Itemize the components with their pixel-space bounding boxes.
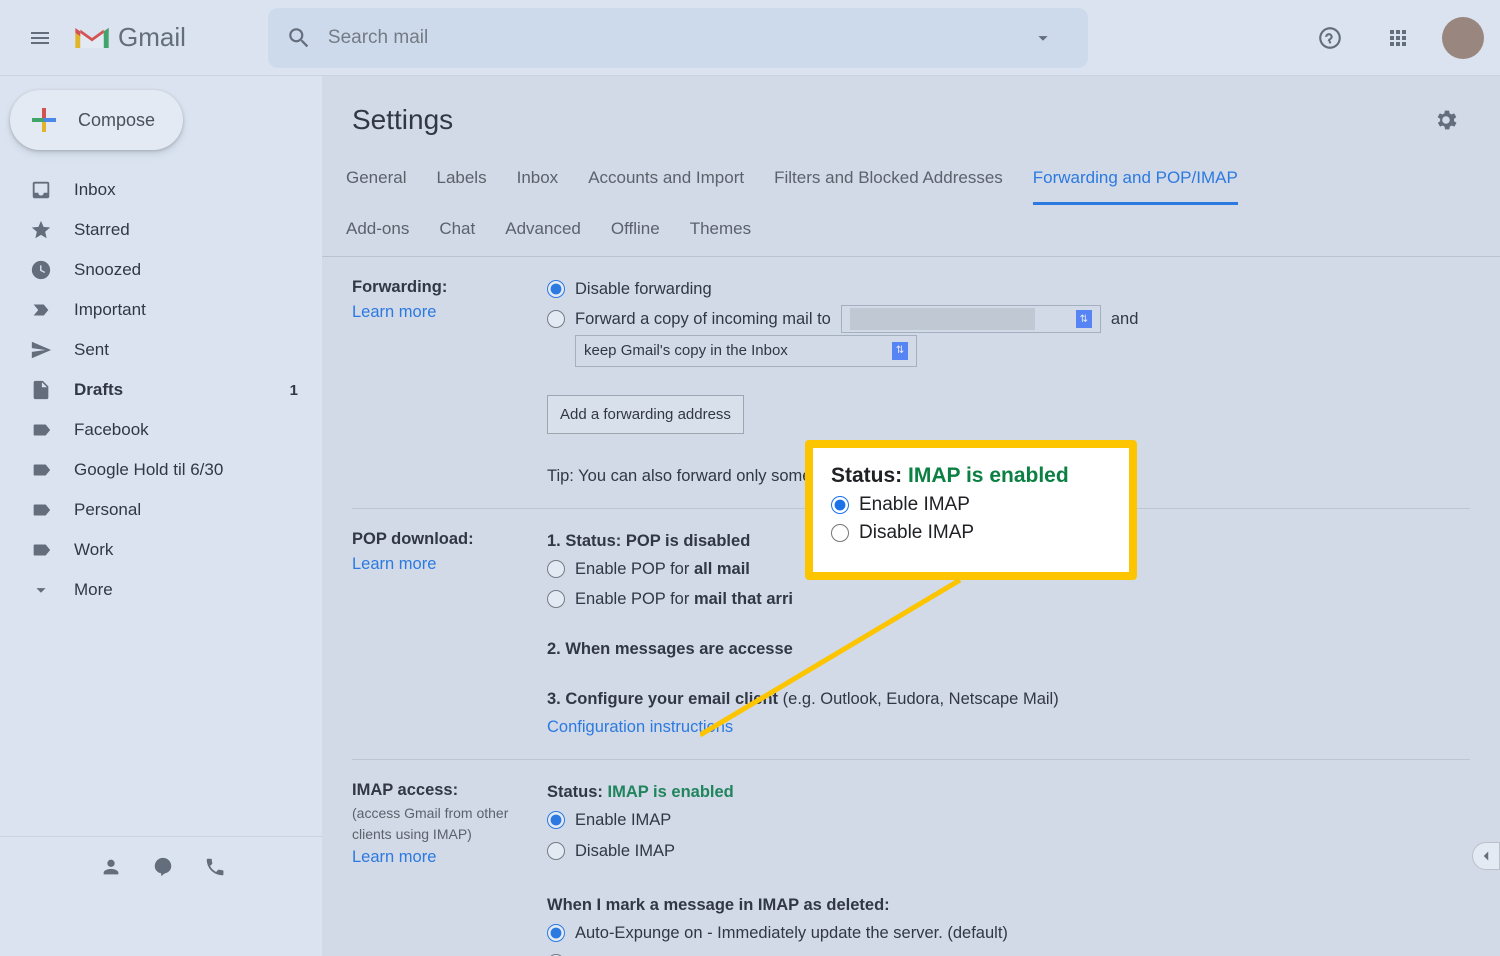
important-icon <box>30 299 52 321</box>
search-options-icon[interactable] <box>1032 27 1054 49</box>
imap-label: IMAP access: <box>352 778 547 803</box>
section-imap: IMAP access: (access Gmail from other cl… <box>352 760 1470 956</box>
disable-forwarding-radio[interactable] <box>547 280 565 298</box>
tab-offline[interactable]: Offline <box>611 205 660 256</box>
config-instructions-link[interactable]: Configuration instructions <box>547 718 733 736</box>
forwarding-learn-more[interactable]: Learn more <box>352 303 436 321</box>
forward-email-select[interactable]: ⇅ <box>841 305 1101 333</box>
nav-important[interactable]: Important <box>0 290 322 330</box>
compose-label: Compose <box>78 110 155 131</box>
side-panel-toggle[interactable] <box>1472 842 1500 870</box>
gear-icon <box>1433 107 1459 133</box>
phone-icon[interactable] <box>204 856 226 878</box>
label-icon <box>30 419 52 441</box>
settings-gear-button[interactable] <box>1422 96 1470 144</box>
nav-snoozed[interactable]: Snoozed <box>0 250 322 290</box>
plus-icon <box>26 102 62 138</box>
disable-imap-radio[interactable] <box>547 842 565 860</box>
keep-copy-select[interactable]: keep Gmail's copy in the Inbox ⇅ <box>575 335 917 367</box>
chevron-down-icon <box>30 579 52 601</box>
apps-button[interactable] <box>1374 14 1422 62</box>
nav-label-personal[interactable]: Personal <box>0 490 322 530</box>
nav-drafts[interactable]: Drafts 1 <box>0 370 322 410</box>
enable-imap-radio[interactable] <box>547 811 565 829</box>
forward-copy-radio[interactable] <box>547 310 565 328</box>
tab-general[interactable]: General <box>346 154 406 205</box>
pop-enable-arrive-radio[interactable] <box>547 590 565 608</box>
help-button[interactable] <box>1306 14 1354 62</box>
tab-themes[interactable]: Themes <box>690 205 751 256</box>
add-forwarding-address-button[interactable]: Add a forwarding address <box>547 395 744 435</box>
tab-addons[interactable]: Add-ons <box>346 205 409 256</box>
tab-filters[interactable]: Filters and Blocked Addresses <box>774 154 1003 205</box>
tab-inbox[interactable]: Inbox <box>517 154 559 205</box>
person-icon[interactable] <box>100 856 122 878</box>
auto-expunge-on-radio[interactable] <box>547 924 565 942</box>
menu-button[interactable] <box>16 14 64 62</box>
label-icon <box>30 499 52 521</box>
callout-box: Status: IMAP is enabled Enable IMAP Disa… <box>805 440 1137 580</box>
label-icon <box>30 539 52 561</box>
imap-learn-more[interactable]: Learn more <box>352 848 436 866</box>
sent-icon <box>30 339 52 361</box>
compose-button[interactable]: Compose <box>10 90 183 150</box>
draft-icon <box>30 379 52 401</box>
nav-starred[interactable]: Starred <box>0 210 322 250</box>
nav-sent[interactable]: Sent <box>0 330 322 370</box>
nav-inbox[interactable]: Inbox <box>0 170 322 210</box>
pop-learn-more[interactable]: Learn more <box>352 555 436 573</box>
gmail-text: Gmail <box>118 22 186 53</box>
nav-label-google-hold[interactable]: Google Hold til 6/30 <box>0 450 322 490</box>
tab-labels[interactable]: Labels <box>436 154 486 205</box>
apps-icon <box>1386 26 1410 50</box>
settings-tabs: General Labels Inbox Accounts and Import… <box>322 154 1500 257</box>
label-icon <box>30 459 52 481</box>
gmail-logo[interactable]: Gmail <box>72 20 186 56</box>
callout-enable-imap-radio[interactable] <box>831 496 849 514</box>
tab-chat[interactable]: Chat <box>439 205 475 256</box>
inbox-icon <box>30 179 52 201</box>
hangouts-icon[interactable] <box>152 856 174 878</box>
nav-label-facebook[interactable]: Facebook <box>0 410 322 450</box>
nav-more[interactable]: More <box>0 570 322 610</box>
bottom-icons <box>0 836 322 896</box>
search-bar[interactable] <box>268 8 1088 68</box>
account-avatar[interactable] <box>1442 17 1484 59</box>
search-input[interactable] <box>328 27 1032 49</box>
callout-disable-imap-radio[interactable] <box>831 524 849 542</box>
help-icon <box>1317 25 1343 51</box>
chevron-left-icon <box>1477 847 1495 865</box>
clock-icon <box>30 259 52 281</box>
tab-forwarding-pop-imap[interactable]: Forwarding and POP/IMAP <box>1033 154 1238 205</box>
hamburger-icon <box>28 26 52 50</box>
pop-label: POP download: <box>352 527 547 552</box>
tab-accounts[interactable]: Accounts and Import <box>588 154 744 205</box>
tab-advanced[interactable]: Advanced <box>505 205 581 256</box>
gmail-icon <box>72 20 112 56</box>
page-title: Settings <box>352 104 453 136</box>
nav-label-work[interactable]: Work <box>0 530 322 570</box>
forwarding-label: Forwarding: <box>352 275 547 300</box>
pop-enable-all-radio[interactable] <box>547 560 565 578</box>
star-icon <box>30 219 52 241</box>
search-icon <box>286 25 312 51</box>
